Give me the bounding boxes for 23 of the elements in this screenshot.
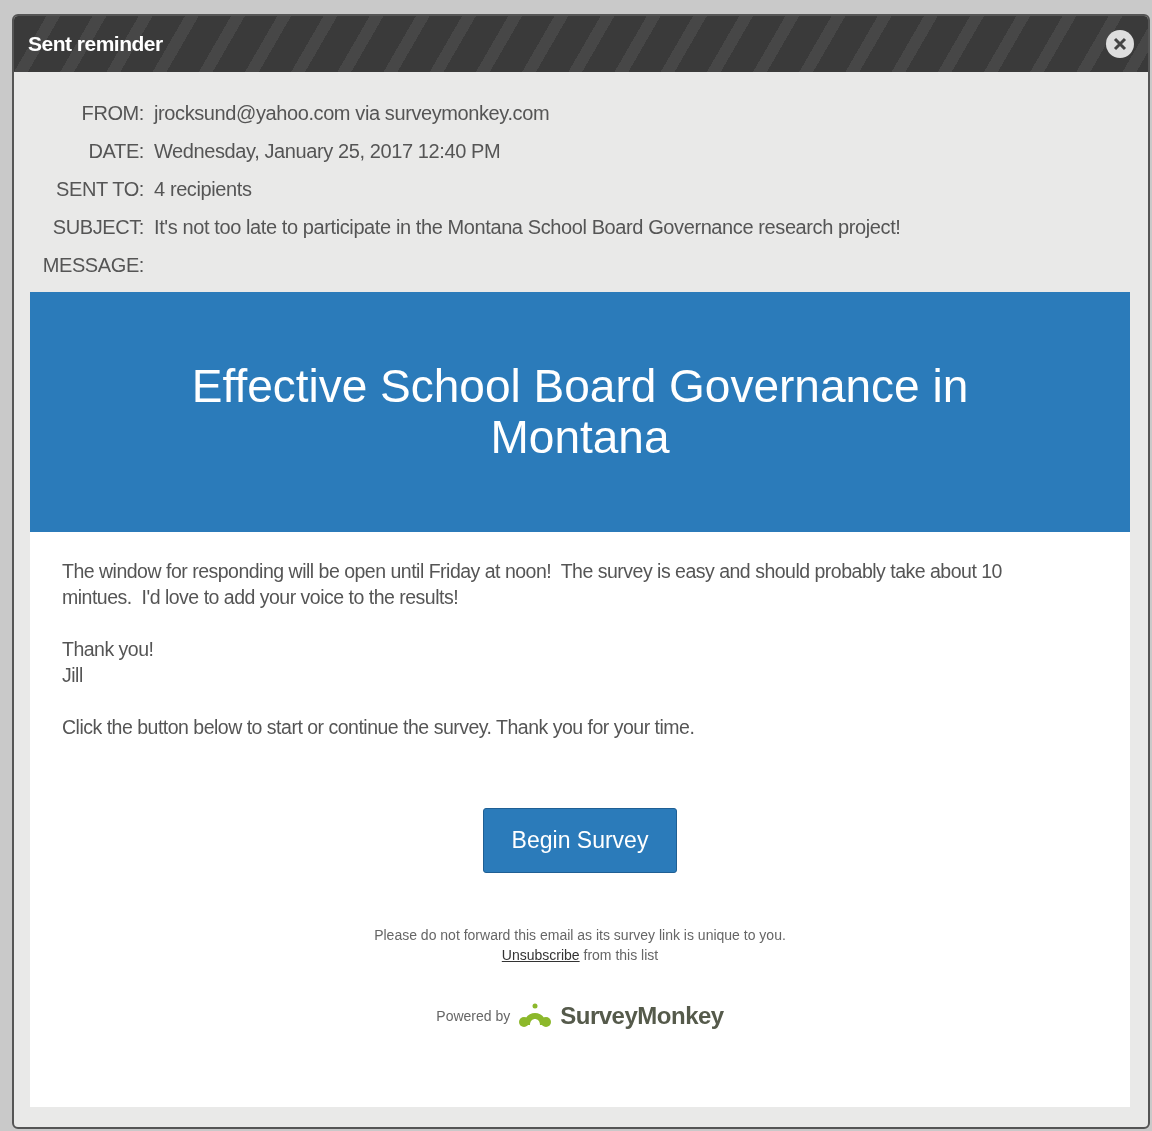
notice-text: Please do not forward this email as its survey link is unique to you. <box>373 925 787 945</box>
close-icon <box>1113 37 1127 51</box>
field-value: jrocksund@yahoo.com via surveymonkey.com <box>154 101 550 126</box>
close-button[interactable] <box>1106 30 1134 58</box>
field-label: DATE: <box>87 139 144 164</box>
monkey-logo-icon <box>518 1002 553 1029</box>
banner-title: Effective School Board Governance in Montana <box>30 292 1130 532</box>
field-value: It's not too late to participate in the Montana School Board Governance research project! <box>154 215 901 240</box>
field-value: 4 recipients <box>154 177 252 202</box>
message-text: The window for responding will be open until Friday at noon! The survey is easy and should probably take about 10 mintues. I'd love to add your voice to the results! <box>62 559 1003 610</box>
field-label: SUBJECT: <box>51 215 144 240</box>
dialog-title: Sent reminder <box>28 31 163 58</box>
unsubscribe-text: from this list <box>583 946 659 963</box>
message-text: Jill <box>62 663 84 688</box>
field-label: SENT TO: <box>55 177 144 202</box>
powered-by-text: Powered by <box>436 1006 511 1026</box>
unsubscribe-link[interactable]: Unsubscribe <box>501 946 580 963</box>
field-label: FROM: <box>80 101 144 126</box>
message-text: Thank you! <box>62 637 155 662</box>
message-text: Click the button below to start or continue the survey. Thank you for your time. <box>62 715 696 740</box>
field-value: Wednesday, January 25, 2017 12:40 PM <box>154 139 501 164</box>
begin-survey-button[interactable]: Begin Survey <box>482 808 678 873</box>
field-label: MESSAGE: <box>41 253 144 278</box>
